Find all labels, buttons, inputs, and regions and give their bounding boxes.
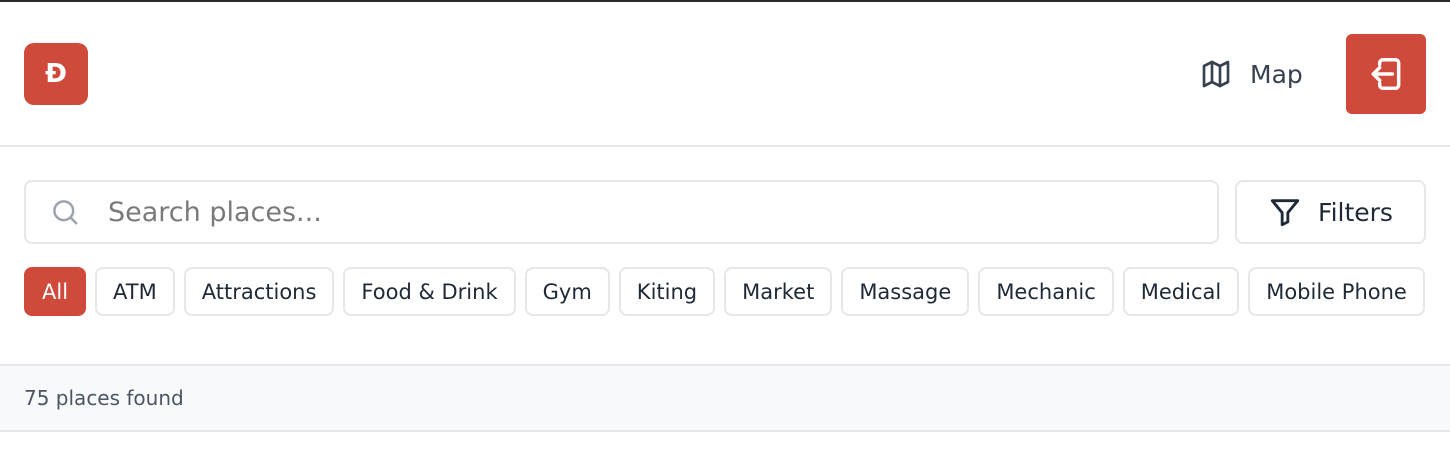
category-chip-kiting[interactable]: Kiting [618,267,716,316]
category-chip-all[interactable]: All [24,267,87,316]
map-label: Map [1250,59,1303,89]
search-input[interactable] [108,196,1188,228]
category-chip-gym[interactable]: Gym [524,267,610,316]
category-chip-atm[interactable]: ATM [95,267,175,316]
category-chip-market[interactable]: Market [724,267,833,316]
results-bar: 75 places found [0,364,1450,432]
category-chip-medical[interactable]: Medical [1122,267,1240,316]
category-chip-massage[interactable]: Massage [841,267,970,316]
app-logo[interactable]: Đ [24,43,88,105]
results-count: 75 places found [24,386,184,410]
filters-label: Filters [1318,197,1393,227]
category-chip-mechanic[interactable]: Mechanic [978,267,1114,316]
login-icon [1367,55,1405,93]
search-icon [50,197,80,227]
app-header: Đ Map [0,2,1450,147]
category-chip-food-drink[interactable]: Food & Drink [343,267,516,316]
category-chip-mobile-phone[interactable]: Mobile Phone [1248,267,1425,316]
map-icon [1200,58,1232,90]
login-button[interactable] [1346,34,1426,114]
category-chips: All ATM Attractions Food & Drink Gym Kiting Ma… [24,267,1426,317]
filters-button[interactable]: Filters [1235,180,1426,244]
category-chip-attractions[interactable]: Attractions [183,267,335,316]
search-box[interactable] [24,180,1219,244]
map-link[interactable]: Map [1200,56,1303,92]
filter-icon [1268,195,1302,229]
